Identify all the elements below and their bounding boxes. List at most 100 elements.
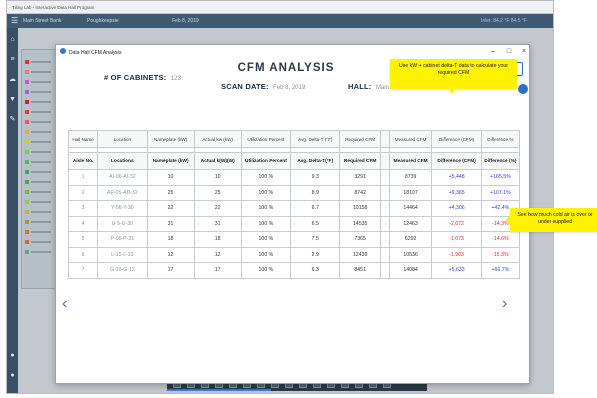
hall-label: HALL: — [348, 82, 372, 91]
table-row[interactable]: 3 Y-06-Y-30 22 22 100 % 6.7 10158 14464 +4,306 +4… — [67, 200, 521, 217]
legend-swatch — [25, 240, 29, 244]
cell: 8451 — [339, 262, 381, 279]
cabinets-label: # OF CABINETS: — [104, 73, 167, 82]
cell: 31 — [193, 215, 242, 232]
cell-difference: -1,903 — [431, 246, 482, 263]
cell: 7365 — [339, 231, 381, 248]
user-icon[interactable]: ● — [9, 372, 16, 379]
refresh-icon[interactable] — [518, 84, 528, 94]
cell: 100 % — [240, 200, 292, 217]
dialog-title: Data Hall CFM Analysis — [69, 50, 122, 56]
maximize-icon[interactable]: □ — [504, 48, 514, 56]
legend-swatch — [25, 130, 29, 134]
col-header: Nameplate (kW) — [146, 152, 195, 170]
cell: 10 — [193, 169, 242, 186]
table-row[interactable]: 6 L-15-L-32 12 12 100 % 2.9 12439 10536 -1,903 -1… — [67, 246, 521, 263]
legend-panel — [21, 49, 59, 289]
table-row[interactable]: 7 G-10-G-12 17 17 100 % 6.3 8451 14084 +5,633 +66… — [67, 262, 521, 279]
close-icon[interactable]: × — [519, 48, 529, 56]
legend-swatch — [25, 60, 29, 64]
tooltip-required-cfm: Use kW + cabinet delta-T data to calcula… — [390, 59, 517, 94]
grid-menu-icon[interactable]: ☰ — [11, 16, 18, 25]
cell: 12 — [146, 246, 195, 263]
cell: 14464 — [388, 200, 433, 217]
scan-date-label: SCAN DATE: — [221, 82, 269, 91]
cell: P-06-P-31 — [97, 231, 148, 248]
cloud-icon[interactable]: ☁ — [9, 76, 16, 83]
cell: G-10-G-12 — [97, 262, 148, 279]
cell: 7.5 — [290, 231, 341, 248]
col-header: Locations — [97, 152, 148, 170]
tooltip-supply-difference: See how much cold air is over or under s… — [505, 208, 597, 232]
col-header: Difference (CFM) — [431, 130, 482, 148]
cell: 2 — [67, 184, 99, 201]
left-toolbar: ⌂ ≡ ☁ ▼ ✎ ● ● — [7, 28, 18, 393]
col-header: Measured CFM — [388, 152, 433, 170]
cell: 100 % — [240, 169, 292, 186]
cell: 14084 — [388, 262, 433, 279]
cfm-analysis-dialog: Data Hall CFM Analysis – □ × # OF CABINE… — [55, 44, 530, 384]
toolbar-date: Feb 8, 2019 — [172, 18, 199, 24]
cell: 10158 — [339, 200, 381, 217]
cell: 14535 — [339, 215, 381, 232]
cell: 6 — [67, 246, 99, 263]
cell: 7 — [67, 262, 99, 279]
tool-icon[interactable]: ✎ — [9, 116, 16, 123]
cell-spacer — [379, 215, 390, 232]
legend-swatch — [25, 210, 29, 214]
table-row[interactable]: 5 P-06-P-31 18 18 100 % 7.5 7365 6292 -1,073 -14.… — [67, 231, 521, 248]
cell-difference: -14.6% — [480, 231, 521, 248]
legend-swatch — [25, 100, 29, 104]
legend-swatch — [25, 230, 29, 234]
cabinets-value: 123 — [170, 76, 181, 82]
legend-swatch — [25, 200, 29, 204]
table-row[interactable]: 4 U-5-U-30 31 31 100 % 6.5 14535 12463 -2,072 -14… — [67, 215, 521, 232]
cell: 3 — [67, 200, 99, 217]
cell-difference: +5,448 — [431, 169, 482, 186]
cell: 6292 — [388, 231, 433, 248]
legend-swatch — [25, 90, 29, 94]
cell-difference: +165.5% — [480, 169, 521, 186]
cell: 10536 — [388, 246, 433, 263]
settings-icon[interactable]: ● — [9, 352, 16, 359]
minimize-icon[interactable]: – — [488, 48, 498, 56]
home-icon[interactable]: ⌂ — [9, 36, 16, 43]
cell: 17 — [193, 262, 242, 279]
previous-page-icon[interactable]: ‹ — [62, 295, 67, 313]
cell: AI-06-AI-32 — [97, 169, 148, 186]
cell: 10 — [146, 169, 195, 186]
filter-icon[interactable]: ▼ — [9, 96, 16, 103]
legend-swatch — [25, 140, 29, 144]
next-page-icon[interactable]: › — [502, 295, 507, 313]
cell: 100 % — [240, 262, 292, 279]
cell-spacer — [379, 184, 390, 201]
legend-swatch — [25, 160, 29, 164]
table-row[interactable]: 1 AI-06-AI-32 10 10 100 % 9.3 3291 8739 +5,448 +1… — [67, 169, 521, 186]
cell: 6.7 — [290, 200, 341, 217]
legend-swatch — [25, 80, 29, 84]
toolbar-location[interactable]: Poughkeepsie — [87, 18, 119, 24]
summary-header-row: Hall Name Location Nameplate (kW) Actual… — [67, 130, 521, 148]
toolbar-site[interactable]: Main Street Bank — [23, 18, 61, 24]
cell: 12463 — [388, 215, 433, 232]
cell: 100 % — [240, 231, 292, 248]
cell-spacer — [379, 246, 390, 263]
cabinets-count: # OF CABINETS: 123 — [104, 67, 181, 85]
scan-date: SCAN DATE: Feb 8, 2019 — [221, 76, 305, 94]
toolbar-status: Inlet: 84.2 °F 84.5 °F — [481, 18, 527, 24]
cell: 2.9 — [290, 246, 341, 263]
cell: 6.3 — [290, 262, 341, 279]
legend-swatch — [25, 190, 29, 194]
aisle-header-row: Aisle No. Locations Nameplate (kW) Actua… — [67, 152, 521, 170]
legend-swatch — [25, 150, 29, 154]
layers-icon[interactable]: ≡ — [9, 56, 16, 63]
legend-swatch — [25, 220, 29, 224]
table-row[interactable]: 2 AE-05-AD-32 25 25 100 % 8.9 8742 18107 +9,365 +… — [67, 184, 521, 201]
cell-spacer — [379, 262, 390, 279]
cell: 3291 — [339, 169, 381, 186]
legend-swatch — [25, 70, 29, 74]
cell: 8739 — [388, 169, 433, 186]
cell-difference: -2,072 — [431, 215, 482, 232]
legend-swatch — [25, 170, 29, 174]
cell: 18 — [193, 231, 242, 248]
